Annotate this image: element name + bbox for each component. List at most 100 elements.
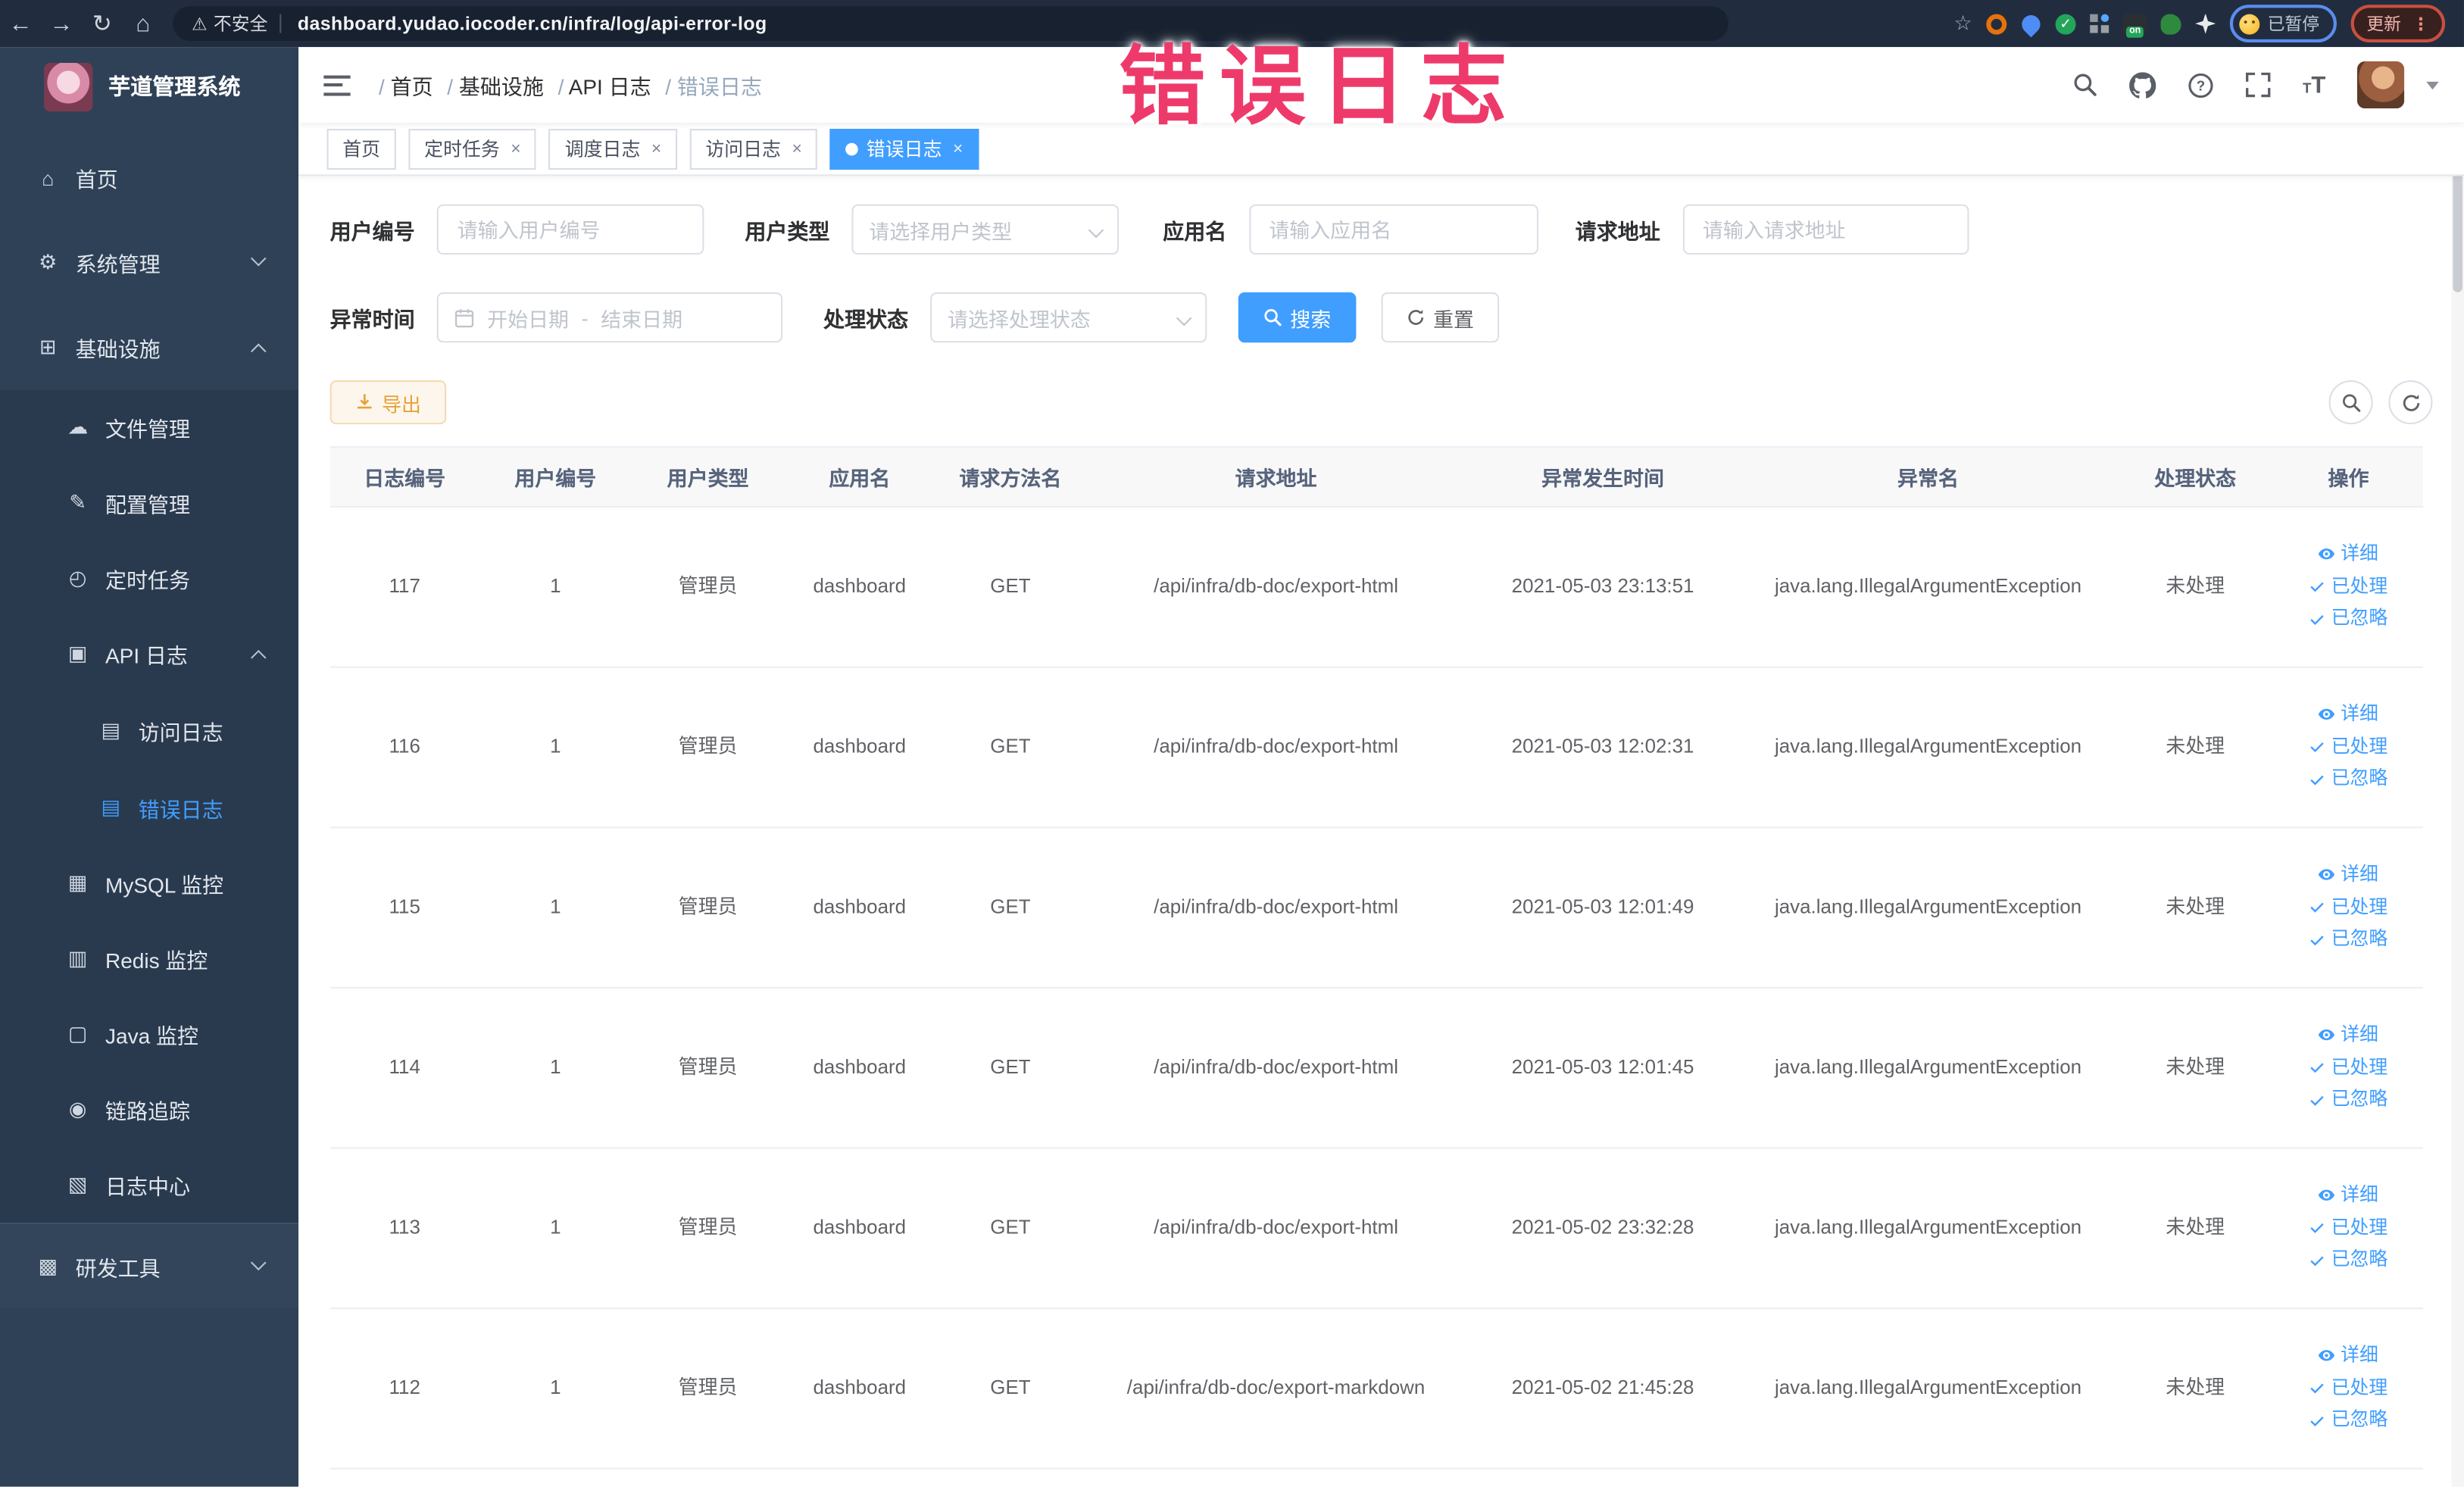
app-name-input[interactable] [1248,204,1538,255]
exception-time-label: 异常时间 [329,308,415,332]
extension-leaf-icon[interactable] [2160,13,2181,34]
fullscreen-icon[interactable] [2246,72,2272,98]
request-url-cell: /api/infra/db-doc/export-html [1154,576,1399,598]
close-icon[interactable]: × [511,139,520,158]
help-icon[interactable]: ? [2188,71,2215,98]
refresh-button[interactable] [2388,380,2433,425]
detail-link[interactable]: 详细 [2319,1344,2378,1368]
mark-processed-link[interactable]: 已处理 [2309,1056,2387,1080]
tags-view: 首页 × 定时任务 × 调度日志 × [298,122,2464,177]
process-status-select[interactable]: 请选择处理状态 [930,292,1207,343]
sidebar-item-java-monitor[interactable]: ▢ Java 监控 [0,996,299,1072]
mark-ignored-link[interactable]: 已忽略 [2309,1248,2387,1273]
mark-processed-link[interactable]: 已处理 [2309,1216,2387,1240]
eye-icon [2319,709,2336,720]
sidebar-item-mysql-monitor[interactable]: ▦ MySQL 监控 [0,845,299,921]
sidebar-item-config-mgmt[interactable]: ✎ 配置管理 [0,465,299,541]
tab-job-log[interactable]: 调度日志 × [549,128,677,170]
mark-processed-link[interactable]: 已处理 [2309,575,2387,599]
tab-cron-job[interactable]: 定时任务 × [408,128,537,170]
extension-pin-icon[interactable] [2018,10,2044,37]
mark-processed-link[interactable]: 已处理 [2309,895,2387,920]
browser-home-icon[interactable]: ⌂ [123,10,164,36]
mark-ignored-link[interactable]: 已忽略 [2309,1408,2387,1432]
extension-switch-icon[interactable]: on [2122,13,2147,37]
tab-error-log[interactable]: 错误日志 × [830,128,979,170]
mark-ignored-link[interactable]: 已忽略 [2309,928,2387,952]
detail-link[interactable]: 详细 [2319,703,2378,727]
export-button[interactable]: 导出 [329,380,447,425]
sidebar-item-error-log[interactable]: ▤ 错误日志 [0,768,299,846]
close-icon[interactable]: × [953,139,963,158]
sidebar-item-trace[interactable]: ◉ 链路追踪 [0,1071,299,1148]
breadcrumb-item[interactable]: / 首页 [379,69,433,100]
breadcrumb-separator: / [665,75,672,99]
sidebar-item-access-log[interactable]: ▤ 访问日志 [0,691,299,769]
exception-time-range[interactable]: 开始日期 - 结束日期 [436,292,783,343]
sidebar-item-redis-monitor[interactable]: ▥ Redis 监控 [0,920,299,997]
sidebar-item-infra[interactable]: ⊞ 基础设施 [0,305,298,389]
detail-link[interactable]: 详细 [2319,1183,2378,1207]
breadcrumb-item[interactable]: / 错误日志 [665,69,762,100]
detail-link[interactable]: 详细 [2319,863,2378,887]
browser-forward-icon[interactable]: → [41,10,82,36]
app-logo[interactable]: 芋道管理系统 [0,47,298,126]
avatar[interactable] [2356,61,2405,109]
method-cell: GET [990,1217,1031,1239]
status-cell: 未处理 [2166,576,2225,598]
breadcrumb-item[interactable]: / 基础设施 [447,69,544,100]
font-size-icon[interactable]: TT [2303,71,2325,98]
process-status-label: 处理状态 [823,308,909,332]
detail-link[interactable]: 详细 [2319,1023,2378,1048]
bookmark-star-icon[interactable]: ☆ [1953,11,1972,36]
exception-name-cell: java.lang.IllegalArgumentException [1774,896,2082,919]
user-type-select[interactable]: 请选择用户类型 [851,204,1120,255]
detail-link[interactable]: 详细 [2319,542,2378,567]
mark-processed-link[interactable]: 已处理 [2309,1376,2387,1401]
status-cell: 未处理 [2166,1217,2225,1239]
extension-check-icon[interactable]: ✓ [2055,13,2076,34]
request-url-input[interactable] [1682,204,1969,255]
browser-reload-icon[interactable]: ↻ [82,9,123,38]
user-type-cell: 管理员 [678,736,738,758]
sidebar-item-system[interactable]: ⚙ 系统管理 [0,220,298,305]
chevron-down-icon[interactable] [2426,80,2439,89]
refresh-icon [1408,309,1424,325]
sidebar-item-file-mgmt[interactable]: ☁ 文件管理 [0,389,299,466]
close-icon[interactable]: × [651,139,661,158]
log-id-cell: 112 [389,1377,420,1400]
extension-icon[interactable] [1986,13,2007,34]
search-icon[interactable] [2073,72,2098,97]
sidebar-item-api-log[interactable]: ▣ API 日志 [0,616,299,692]
tab-label: 调度日志 [564,138,641,161]
extension-star-icon[interactable] [2195,13,2216,34]
breadcrumb-item[interactable]: / API 日志 [558,69,651,100]
toggle-search-button[interactable] [2328,380,2373,425]
browser-back-icon[interactable]: ← [0,10,41,36]
app-name-label: 应用名 [1163,220,1227,244]
tab-home[interactable]: 首页 × [326,128,396,170]
tab-access-log[interactable]: 访问日志 × [689,128,818,170]
user-id-input[interactable] [436,204,704,255]
mark-ignored-link[interactable]: 已忽略 [2309,767,2387,792]
sidebar-item-home[interactable]: ⌂ 首页 [0,135,298,220]
extension-grid-icon[interactable] [2090,14,2110,33]
reset-button[interactable]: 重置 [1381,292,1500,343]
mark-ignored-link[interactable]: 已忽略 [2309,1088,2387,1112]
search-button[interactable]: 搜索 [1238,292,1357,343]
update-badge[interactable]: 更新 ⋮ [2350,5,2446,43]
column-header: 异常发生时间 [1541,467,1665,491]
collapse-sidebar-icon[interactable] [323,74,351,95]
github-icon[interactable] [2129,71,2157,98]
address-bar[interactable]: ⚠ 不安全 dashboard.yudao.iocoder.cn/infra/l… [173,6,1729,41]
sidebar-item-log-center[interactable]: ▧ 日志中心 [0,1147,299,1223]
mark-ignored-link[interactable]: 已忽略 [2309,607,2387,631]
mark-processed-link[interactable]: 已处理 [2309,735,2387,759]
check-icon [2311,774,2325,785]
paused-badge[interactable]: 已暂停 [2229,5,2337,43]
close-icon[interactable]: × [792,139,801,158]
screen-icon: ▢ [67,1021,88,1045]
sidebar-item-cron-job[interactable]: ◴ 定时任务 [0,540,299,617]
sidebar-item-dev-tools[interactable]: ▩ 研发工具 [0,1223,299,1308]
browser-menu-icon[interactable]: ⋮ [2412,14,2430,34]
